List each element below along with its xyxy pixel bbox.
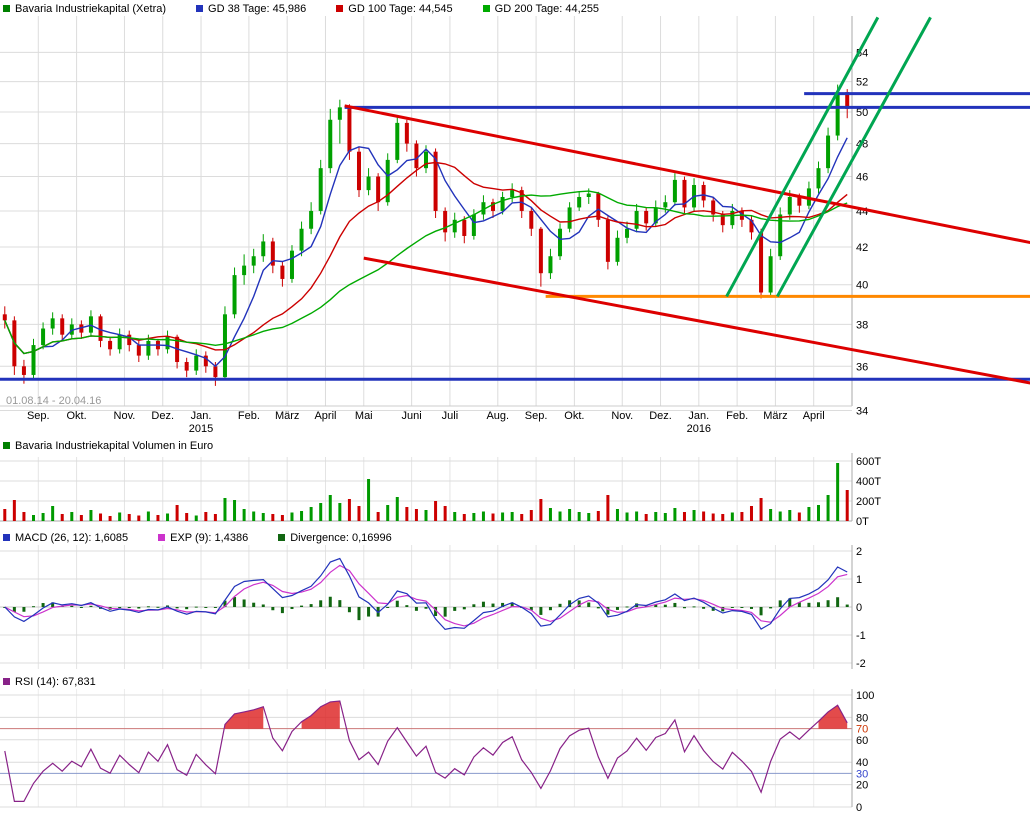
price-chart-legend: Bavaria Industriekapital (Xetra) GD 38 T… bbox=[0, 0, 1030, 16]
svg-text:März: März bbox=[275, 410, 299, 422]
divergence-legend-item: Divergence: 0,16996 bbox=[278, 532, 392, 544]
gd100-legend-item: GD 100 Tage: 44,545 bbox=[336, 3, 452, 15]
svg-text:70: 70 bbox=[856, 724, 868, 736]
svg-text:46: 46 bbox=[856, 172, 868, 184]
svg-text:Feb.: Feb. bbox=[238, 410, 260, 422]
svg-text:200T: 200T bbox=[856, 496, 881, 508]
macd-legend-item: MACD (26, 12): 1,6085 bbox=[3, 532, 128, 544]
stock-chart-page: Bavaria Industriekapital (Xetra) GD 38 T… bbox=[0, 0, 1030, 815]
svg-text:1: 1 bbox=[856, 574, 862, 586]
svg-text:Sep.: Sep. bbox=[525, 410, 548, 422]
rsi-chart: 100 80 60 40 20 0 70 30 bbox=[0, 689, 1030, 815]
svg-text:Aug.: Aug. bbox=[486, 410, 509, 422]
rsi-swatch-icon bbox=[3, 678, 10, 685]
svg-text:600T: 600T bbox=[856, 456, 881, 468]
exp-label: EXP (9): 1,4386 bbox=[170, 532, 248, 544]
svg-text:400T: 400T bbox=[856, 476, 881, 488]
gd38-legend-item: GD 38 Tage: 45,986 bbox=[196, 3, 306, 15]
svg-text:100: 100 bbox=[856, 690, 874, 702]
gd200-legend-item: GD 200 Tage: 44,255 bbox=[483, 3, 599, 15]
svg-text:0: 0 bbox=[856, 802, 862, 814]
svg-text:Feb.: Feb. bbox=[726, 410, 748, 422]
volume-legend-item: Bavaria Industriekapital Volumen in Euro bbox=[3, 440, 213, 452]
price-candlestick-chart: Sep. Okt. Nov. Dez. Jan. Feb. März April Mai Juni… bbox=[0, 16, 1030, 437]
svg-text:01.08.14 - 20.04.16: 01.08.14 - 20.04.16 bbox=[6, 395, 101, 407]
instrument-legend-item: Bavaria Industriekapital (Xetra) bbox=[3, 3, 166, 15]
svg-text:April: April bbox=[803, 410, 825, 422]
svg-text:Jan.: Jan. bbox=[688, 410, 709, 422]
svg-text:0: 0 bbox=[856, 602, 862, 614]
svg-text:80: 80 bbox=[856, 712, 868, 724]
svg-text:34: 34 bbox=[856, 406, 868, 418]
svg-text:42: 42 bbox=[856, 242, 868, 254]
chart-title: Bavaria Industriekapital (Xetra) bbox=[15, 3, 166, 15]
gd38-label: GD 38 Tage: 45,986 bbox=[208, 3, 306, 15]
svg-text:Juni: Juni bbox=[402, 410, 422, 422]
macd-swatch-icon bbox=[3, 534, 10, 541]
volume-bar-chart: 600T 400T 200T 0T bbox=[0, 453, 1030, 529]
svg-text:40: 40 bbox=[856, 280, 868, 292]
divergence-label: Divergence: 0,16996 bbox=[290, 532, 392, 544]
svg-text:2016: 2016 bbox=[687, 423, 711, 435]
svg-text:60: 60 bbox=[856, 735, 868, 747]
svg-text:Dez.: Dez. bbox=[151, 410, 174, 422]
gd100-label: GD 100 Tage: 44,545 bbox=[348, 3, 452, 15]
svg-text:Juli: Juli bbox=[442, 410, 459, 422]
gd38-swatch-icon bbox=[196, 5, 203, 12]
svg-text:-1: -1 bbox=[856, 630, 866, 642]
volume-swatch-icon bbox=[3, 442, 10, 449]
svg-text:Okt.: Okt. bbox=[564, 410, 584, 422]
gd200-label: GD 200 Tage: 44,255 bbox=[495, 3, 599, 15]
svg-text:Mai: Mai bbox=[355, 410, 373, 422]
svg-text:Sep.: Sep. bbox=[27, 410, 50, 422]
svg-text:März: März bbox=[763, 410, 787, 422]
svg-text:2: 2 bbox=[856, 546, 862, 558]
svg-text:36: 36 bbox=[856, 361, 868, 373]
macd-legend: MACD (26, 12): 1,6085 EXP (9): 1,4386 Di… bbox=[0, 529, 1030, 545]
gd200-swatch-icon bbox=[483, 5, 490, 12]
macd-label: MACD (26, 12): 1,6085 bbox=[15, 532, 128, 544]
exp-swatch-icon bbox=[158, 534, 165, 541]
divergence-swatch-icon bbox=[278, 534, 285, 541]
svg-text:38: 38 bbox=[856, 319, 868, 331]
svg-text:Dez.: Dez. bbox=[649, 410, 672, 422]
svg-text:30: 30 bbox=[856, 768, 868, 780]
exp-legend-item: EXP (9): 1,4386 bbox=[158, 532, 248, 544]
instrument-swatch-icon bbox=[3, 5, 10, 12]
macd-chart: 2 1 0 -1 -2 bbox=[0, 545, 1030, 673]
rsi-label: RSI (14): 67,831 bbox=[15, 676, 96, 688]
volume-title: Bavaria Industriekapital Volumen in Euro bbox=[15, 440, 213, 452]
svg-text:Nov.: Nov. bbox=[611, 410, 633, 422]
gd100-swatch-icon bbox=[336, 5, 343, 12]
rsi-legend: RSI (14): 67,831 bbox=[0, 673, 1030, 689]
svg-text:-2: -2 bbox=[856, 658, 866, 670]
svg-text:52: 52 bbox=[856, 77, 868, 89]
svg-text:40: 40 bbox=[856, 757, 868, 769]
svg-text:Okt.: Okt. bbox=[66, 410, 86, 422]
svg-text:0T: 0T bbox=[856, 516, 869, 528]
rsi-legend-item: RSI (14): 67,831 bbox=[3, 676, 96, 688]
svg-text:April: April bbox=[314, 410, 336, 422]
volume-chart-legend: Bavaria Industriekapital Volumen in Euro bbox=[0, 437, 1030, 453]
svg-text:Jan.: Jan. bbox=[191, 410, 212, 422]
svg-text:20: 20 bbox=[856, 780, 868, 792]
svg-text:2015: 2015 bbox=[189, 423, 213, 435]
svg-text:Nov.: Nov. bbox=[114, 410, 136, 422]
